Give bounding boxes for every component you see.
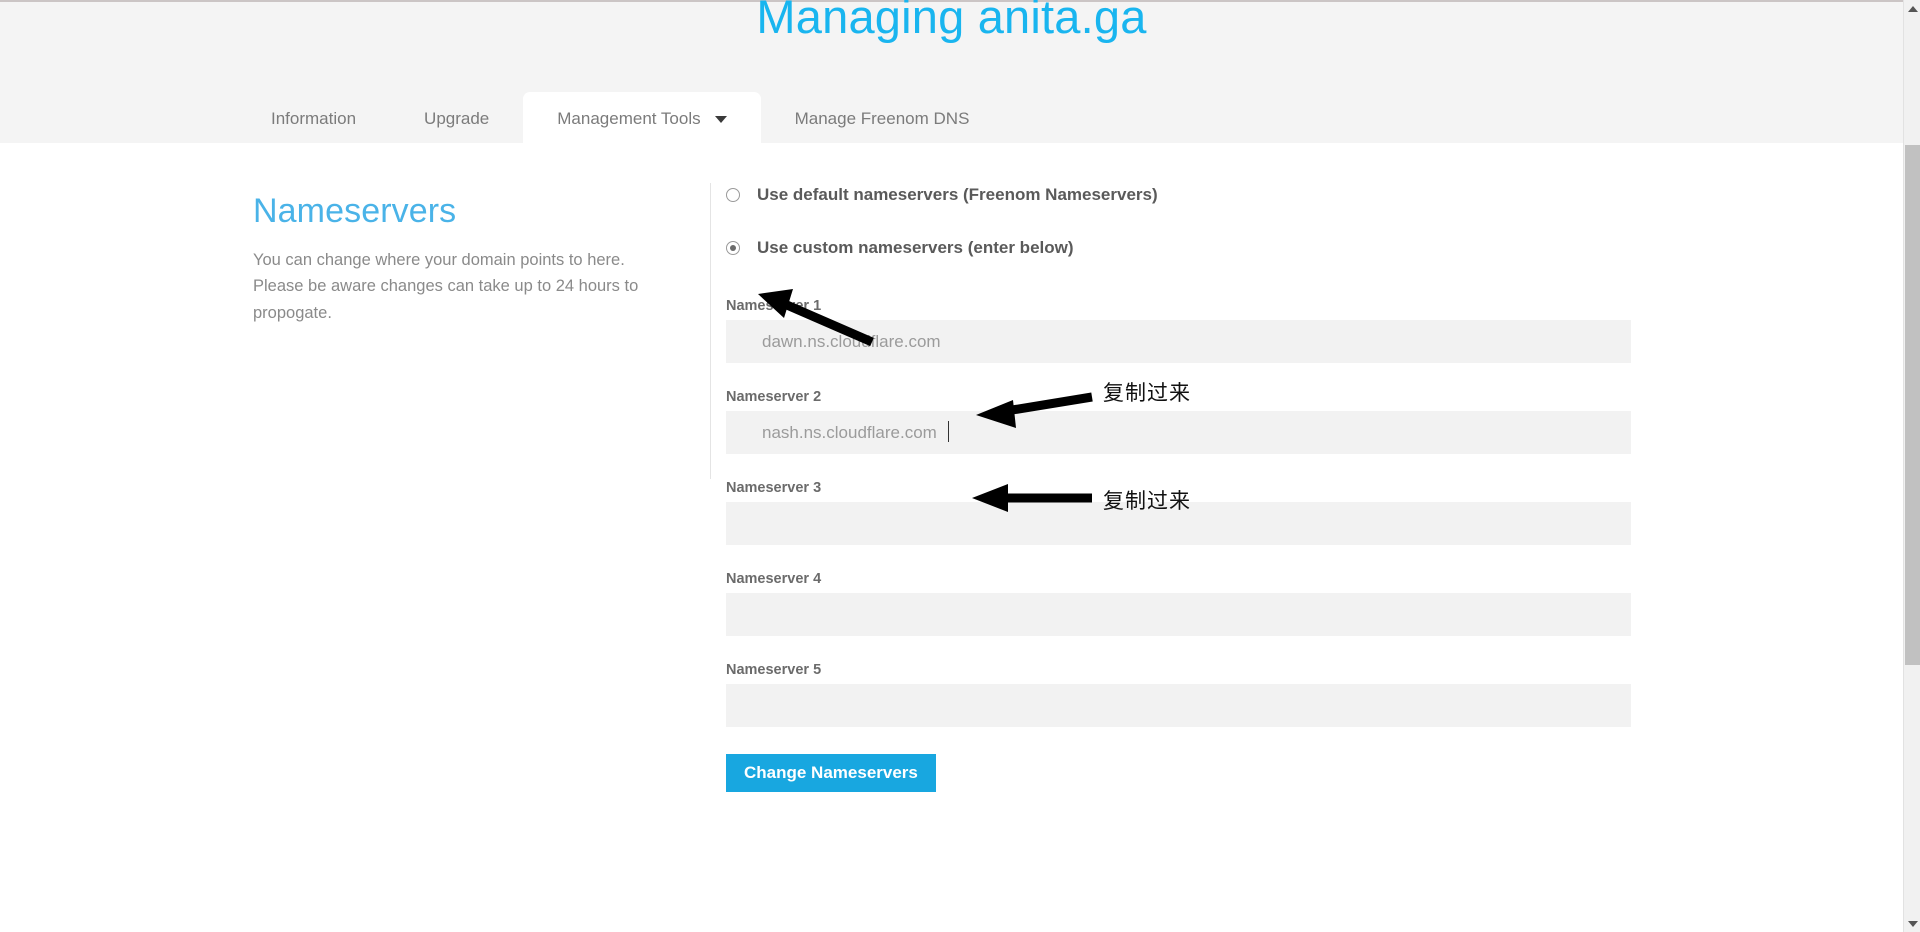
nameservers-form: Use default nameservers (Freenom Nameser… — [726, 185, 1656, 792]
tab-bar: Information Upgrade Management Tools Man… — [0, 92, 1903, 145]
change-nameservers-button[interactable]: Change Nameservers — [726, 754, 936, 792]
radio-custom-nameservers-label: Use custom nameservers (enter below) — [757, 238, 1074, 257]
input-nameserver-3[interactable] — [726, 502, 1631, 545]
input-nameserver-5[interactable] — [726, 684, 1631, 727]
tab-upgrade-label: Upgrade — [424, 108, 490, 128]
radio-default-nameservers-label: Use default nameservers (Freenom Nameser… — [757, 185, 1158, 204]
page-title: Managing anita.ga — [756, 0, 1147, 43]
section-title: Nameservers — [253, 192, 457, 230]
input-nameserver-4[interactable] — [726, 593, 1631, 636]
field-group-nameserver-2: Nameserver 2 — [726, 389, 1656, 454]
tab-upgrade[interactable]: Upgrade — [390, 92, 523, 145]
scrollbar-thumb[interactable] — [1905, 145, 1920, 665]
nameservers-intro: Nameservers You can change where your do… — [253, 190, 673, 327]
field-group-nameserver-1: Nameserver 1 — [726, 298, 1656, 363]
main-content: Nameservers You can change where your do… — [0, 143, 1903, 932]
scroll-down-arrow-icon[interactable] — [1904, 915, 1920, 932]
input-nameserver-2[interactable] — [726, 411, 1631, 454]
scroll-up-arrow-icon[interactable] — [1904, 0, 1920, 17]
tab-management-tools-label: Management Tools — [557, 108, 701, 128]
label-nameserver-3: Nameserver 3 — [726, 480, 822, 496]
input-nameserver-1[interactable] — [726, 320, 1631, 363]
tab-information-label: Information — [271, 108, 357, 128]
tab-information[interactable]: Information — [237, 92, 390, 145]
label-nameserver-2: Nameserver 2 — [726, 389, 822, 405]
vertical-divider — [710, 183, 711, 479]
vertical-scrollbar[interactable] — [1903, 0, 1920, 932]
field-group-nameserver-3: Nameserver 3 — [726, 480, 1656, 545]
label-nameserver-5: Nameserver 5 — [726, 662, 822, 678]
radio-option-custom-nameservers[interactable]: Use custom nameservers (enter below) — [726, 238, 1656, 258]
radio-option-default-nameservers[interactable]: Use default nameservers (Freenom Nameser… — [726, 185, 1656, 205]
tab-manage-freenom-dns-label: Manage Freenom DNS — [794, 108, 970, 128]
label-nameserver-4: Nameserver 4 — [726, 571, 822, 587]
tab-management-tools[interactable]: Management Tools — [523, 92, 761, 145]
tab-manage-freenom-dns[interactable]: Manage Freenom DNS — [761, 92, 1004, 145]
text-cursor — [948, 421, 949, 442]
radio-custom-nameservers-icon[interactable] — [726, 241, 740, 255]
section-description: You can change where your domain points … — [253, 250, 639, 322]
radio-default-nameservers-icon[interactable] — [726, 188, 740, 202]
label-nameserver-1: Nameserver 1 — [726, 298, 822, 314]
chevron-down-icon — [714, 116, 727, 123]
field-group-nameserver-4: Nameserver 4 — [726, 571, 1656, 636]
field-group-nameserver-5: Nameserver 5 — [726, 662, 1656, 727]
page-header: Managing anita.ga Information Upgrade Ma… — [0, 0, 1903, 145]
